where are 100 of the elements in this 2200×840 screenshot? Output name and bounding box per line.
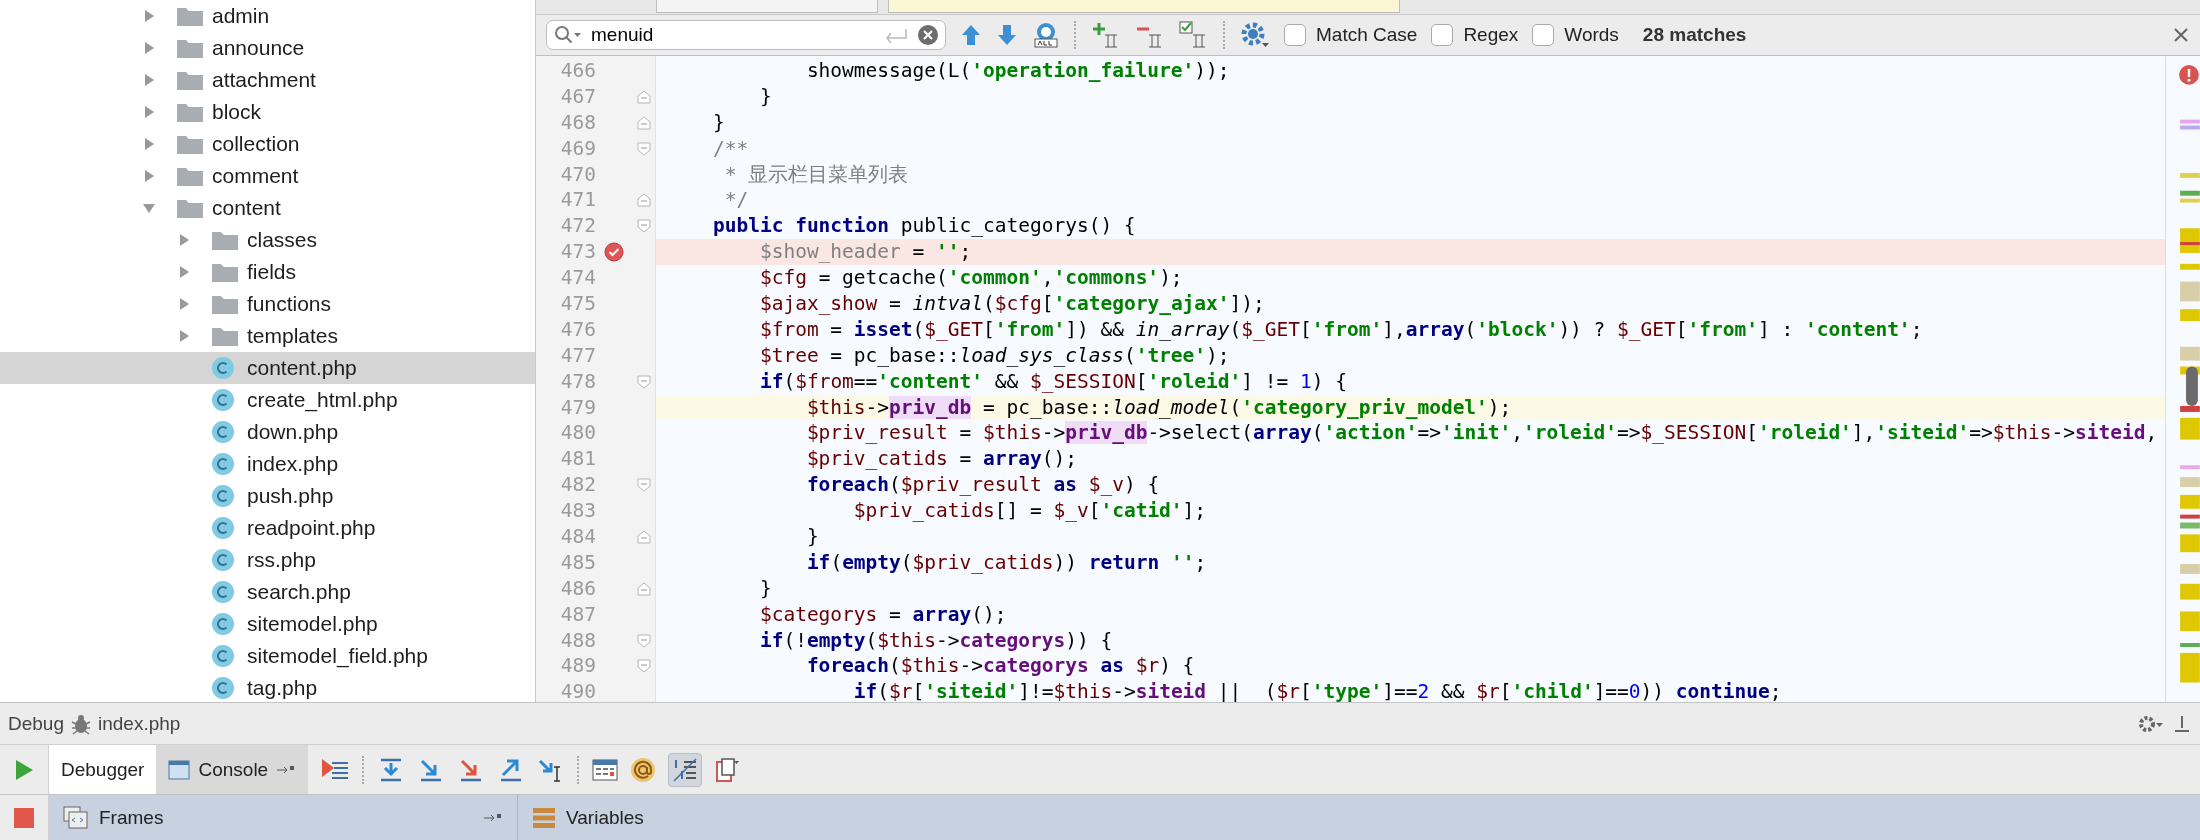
tree-item[interactable]: tag.php: [0, 672, 535, 702]
bug-icon: [70, 712, 92, 735]
search-icon[interactable]: [554, 25, 582, 45]
stop-icon[interactable]: [13, 806, 35, 829]
code-line: if(!empty($this->categorys)) {: [758, 627, 1114, 654]
code-line: $from = isset($_GET['from']) && in_array($_GET['from'],array('block')) ? $_GET['from'] : 'content';: [758, 316, 1924, 343]
pin-icon[interactable]: [2172, 713, 2192, 734]
option-checkbox[interactable]: Regex: [1431, 24, 1519, 46]
tree-item[interactable]: comment: [0, 160, 535, 192]
fold-marker-icon[interactable]: [636, 114, 652, 131]
debug-config-name: index.php: [98, 712, 181, 735]
line-number: 490: [559, 679, 596, 702]
collapse-arrow-icon[interactable]: [177, 265, 191, 279]
settings-icon[interactable]: [2138, 713, 2166, 734]
tree-item[interactable]: search.php: [0, 576, 535, 608]
collapse-arrow-icon[interactable]: [142, 169, 156, 183]
find-all-icon[interactable]: [1032, 21, 1060, 49]
tree-item[interactable]: admin: [0, 0, 535, 32]
collapse-arrow-icon[interactable]: [142, 137, 156, 151]
fold-marker-icon[interactable]: [636, 373, 652, 390]
tree-item[interactable]: create_html.php: [0, 384, 535, 416]
tree-item[interactable]: push.php: [0, 480, 535, 512]
tree-item[interactable]: index.php: [0, 448, 535, 480]
expand-arrow-icon[interactable]: [142, 201, 156, 215]
line-number: 470: [559, 161, 596, 188]
arrow-up-icon[interactable]: [960, 23, 982, 47]
collapse-arrow-icon[interactable]: [177, 233, 191, 247]
tree-item[interactable]: attachment: [0, 64, 535, 96]
tree-item[interactable]: sitemodel.php: [0, 608, 535, 640]
code-line: */: [723, 187, 750, 214]
calculator-icon[interactable]: [592, 757, 619, 782]
editor-tab[interactable]: [656, 0, 878, 13]
clipboard-icon[interactable]: [714, 756, 741, 783]
debug-tab[interactable]: Debugger: [49, 745, 157, 794]
watch-icon[interactable]: [630, 756, 657, 783]
tree-item[interactable]: templates: [0, 320, 535, 352]
collapse-arrow-icon[interactable]: [177, 297, 191, 311]
frames-label: Frames: [99, 806, 164, 829]
clear-icon[interactable]: [917, 24, 939, 46]
line-number: 488: [559, 627, 596, 654]
fold-marker-icon[interactable]: [636, 140, 652, 157]
fold-marker-icon[interactable]: [636, 477, 652, 494]
arrow-down-icon[interactable]: [996, 23, 1018, 47]
code-line: $priv_catids = array();: [805, 446, 1078, 473]
pin-arrow-icon[interactable]: [276, 763, 297, 776]
code-line: $ajax_show = intval($cfg['category_ajax']);: [758, 291, 1266, 317]
tree-item[interactable]: content: [0, 192, 535, 224]
fold-marker-icon[interactable]: [636, 218, 652, 235]
error-indicator-icon[interactable]: [2178, 64, 2200, 86]
option-checkbox[interactable]: Match Case: [1284, 24, 1418, 46]
settings-icon[interactable]: [1240, 21, 1270, 49]
resume-icon[interactable]: [13, 757, 35, 782]
tree-item[interactable]: down.php: [0, 416, 535, 448]
debug-tab[interactable]: Console: [156, 745, 309, 794]
fold-marker-icon[interactable]: [636, 88, 652, 105]
search-field[interactable]: menuid: [546, 20, 946, 50]
editor-tab[interactable]: [888, 0, 1400, 13]
tree-item[interactable]: fields: [0, 256, 535, 288]
collapse-arrow-icon[interactable]: [142, 9, 156, 23]
debug-title: Debug: [8, 712, 64, 735]
folder-icon: [176, 69, 204, 91]
code-line: }: [711, 109, 726, 136]
line-number: 487: [559, 601, 596, 628]
tree-item[interactable]: rss.php: [0, 544, 535, 576]
pin-arrow-icon[interactable]: [483, 811, 503, 824]
fold-marker-icon[interactable]: [636, 632, 652, 649]
inline-values-toggle[interactable]: [668, 752, 703, 787]
tree-item[interactable]: content.php: [0, 352, 535, 384]
folder-icon: [176, 37, 204, 59]
folder-icon: [211, 261, 239, 283]
collapse-arrow-icon[interactable]: [142, 41, 156, 55]
line-number: 475: [559, 291, 596, 317]
tree-item[interactable]: classes: [0, 224, 535, 256]
tree-item[interactable]: readpoint.php: [0, 512, 535, 544]
breakpoint-icon[interactable]: [604, 242, 624, 263]
collapse-arrow-icon[interactable]: [142, 105, 156, 119]
line-number: 481: [559, 446, 596, 473]
code-line: if(empty($priv_catids)) return '';: [805, 549, 1208, 576]
fold-marker-icon[interactable]: [636, 528, 652, 545]
tree-item[interactable]: functions: [0, 288, 535, 320]
fold-marker-icon[interactable]: [636, 192, 652, 209]
line-number: 486: [559, 575, 596, 602]
code-line: showmessage(L('operation_failure'));: [805, 58, 1231, 84]
option-checkbox[interactable]: Words: [1532, 24, 1619, 46]
code-line: foreach($this->categorys as $r) {: [805, 653, 1196, 680]
line-number: 468: [559, 109, 596, 136]
collapse-arrow-icon[interactable]: [142, 73, 156, 87]
collapse-arrow-icon[interactable]: [177, 329, 191, 343]
fold-marker-icon[interactable]: [636, 658, 652, 675]
folder-icon: [211, 293, 239, 315]
variables-icon: [532, 806, 556, 829]
tree-item[interactable]: announce: [0, 32, 535, 64]
tree-item[interactable]: block: [0, 96, 535, 128]
close-icon[interactable]: [2172, 26, 2190, 44]
tree-item[interactable]: collection: [0, 128, 535, 160]
folder-icon: [176, 165, 204, 187]
folder-icon: [176, 133, 204, 155]
fold-marker-icon[interactable]: [636, 580, 652, 597]
tree-item[interactable]: sitemodel_field.php: [0, 640, 535, 672]
frames-icon: [63, 805, 89, 830]
